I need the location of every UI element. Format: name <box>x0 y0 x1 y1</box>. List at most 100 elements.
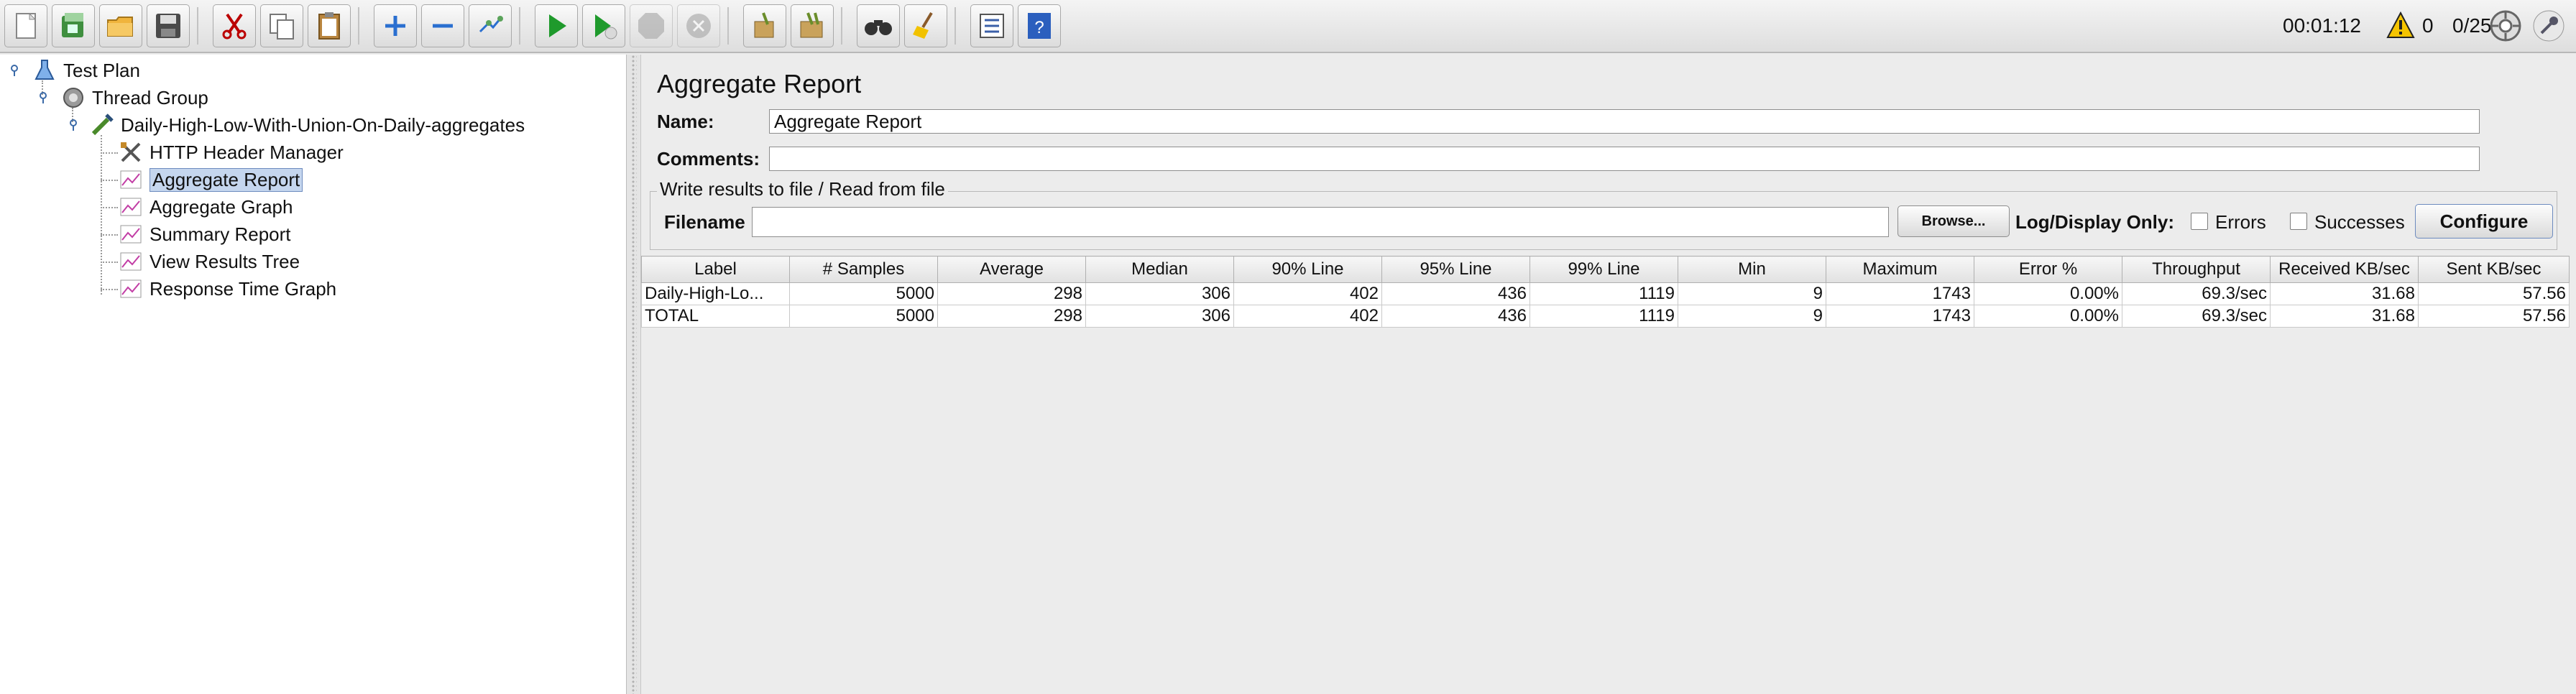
table-row[interactable]: TOTAL 5000 298 306 402 436 1119 9 1743 0… <box>641 305 2570 328</box>
column-header[interactable]: 95% Line <box>1381 256 1530 283</box>
tree-item-response-time-graph[interactable]: Response Time Graph <box>118 276 336 302</box>
table-row[interactable]: Daily-High-Lo... 5000 298 306 402 436 11… <box>641 282 2570 305</box>
warning-icon[interactable] <box>2386 11 2415 39</box>
start-button[interactable] <box>535 4 578 47</box>
listener-icon <box>118 249 144 274</box>
column-header[interactable]: Min <box>1678 256 1826 283</box>
table-cell: 1119 <box>1530 305 1678 328</box>
tree-connector <box>101 262 118 263</box>
table-cell: 57.56 <box>2418 305 2570 328</box>
column-header[interactable]: Sent KB/sec <box>2418 256 2570 283</box>
filename-field[interactable] <box>752 207 1889 237</box>
collapse-all-button[interactable] <box>421 4 464 47</box>
clear-all-button[interactable] <box>791 4 834 47</box>
save-button[interactable] <box>147 4 190 47</box>
expand-all-button[interactable] <box>374 4 417 47</box>
tree-toggle-icon[interactable] <box>9 65 20 76</box>
configure-button[interactable]: Configure <box>2415 204 2553 239</box>
search-button[interactable] <box>857 4 900 47</box>
table-cell: 9 <box>1678 282 1826 305</box>
table-cell: 1119 <box>1530 282 1678 305</box>
function-helper-button[interactable] <box>970 4 1013 47</box>
column-header[interactable]: 90% Line <box>1233 256 1382 283</box>
successes-checkbox[interactable] <box>2290 213 2307 230</box>
errors-label: Errors <box>2215 211 2266 233</box>
tree-item-label: Summary Report <box>150 223 291 245</box>
filename-label: Filename <box>664 211 745 233</box>
aggregate-report-panel: Aggregate Report Name: Comments: Write r… <box>641 55 2576 694</box>
table-cell: 298 <box>937 282 1086 305</box>
column-header[interactable]: Throughput <box>2122 256 2271 283</box>
templates-button[interactable] <box>52 4 95 47</box>
tree-item-label: Thread Group <box>92 86 208 108</box>
splitter-grip <box>631 55 637 694</box>
column-header[interactable]: Average <box>937 256 1086 283</box>
table-cell: 5000 <box>789 282 938 305</box>
table-cell: 31.68 <box>2270 282 2419 305</box>
shutdown-button[interactable] <box>677 4 720 47</box>
results-table[interactable]: Label # Samples Average Median 90% Line … <box>641 256 2570 328</box>
column-header[interactable]: Received KB/sec <box>2270 256 2419 283</box>
table-header-row: Label # Samples Average Median 90% Line … <box>641 256 2570 283</box>
paste-button[interactable] <box>308 4 351 47</box>
tree-toggle-icon[interactable] <box>37 92 49 103</box>
comments-field[interactable] <box>769 147 2480 171</box>
column-header[interactable]: # Samples <box>789 256 938 283</box>
tree-item-sampler[interactable]: Daily-High-Low-With-Union-On-Daily-aggre… <box>89 112 525 138</box>
column-header[interactable]: Error % <box>1974 256 2122 283</box>
panel-title: Aggregate Report <box>657 69 862 98</box>
paste-icon <box>318 12 340 40</box>
tree-item-http-header-manager[interactable]: HTTP Header Manager <box>118 139 344 165</box>
tree-item-test-plan[interactable]: Test Plan <box>32 57 140 83</box>
tree-item-aggregate-report[interactable]: Aggregate Report <box>118 167 303 193</box>
warning-count: 0 <box>2422 14 2434 37</box>
remote-engines-icon[interactable] <box>2488 9 2523 43</box>
new-button[interactable] <box>4 4 47 47</box>
column-header[interactable]: Median <box>1085 256 1234 283</box>
table-cell: 306 <box>1085 282 1234 305</box>
collapse-icon <box>433 24 453 28</box>
logger-icon[interactable] <box>2531 9 2566 43</box>
test-plan-tree[interactable]: Test Plan Thread Group Daily-High-Low-Wi… <box>0 55 627 694</box>
cut-button[interactable] <box>213 4 256 47</box>
table-cell: 9 <box>1678 305 1826 328</box>
tree-item-aggregate-graph[interactable]: Aggregate Graph <box>118 194 293 220</box>
column-header[interactable]: Maximum <box>1826 256 1974 283</box>
clear-button[interactable] <box>743 4 786 47</box>
tree-toggle-icon[interactable] <box>68 119 79 131</box>
start-no-pauses-button[interactable] <box>582 4 625 47</box>
column-header[interactable]: 99% Line <box>1530 256 1678 283</box>
listener-icon <box>118 167 144 193</box>
toolbar-separator <box>841 7 842 45</box>
tree-item-label: HTTP Header Manager <box>150 141 344 163</box>
stop-icon <box>638 13 664 39</box>
help-button[interactable]: ? <box>1018 4 1061 47</box>
table-cell: 436 <box>1381 282 1530 305</box>
split-pane-divider[interactable] <box>627 55 641 694</box>
name-field[interactable] <box>769 109 2480 134</box>
tree-item-thread-group[interactable]: Thread Group <box>60 85 208 111</box>
tree-item-view-results-tree[interactable]: View Results Tree <box>118 249 300 274</box>
tree-item-summary-report[interactable]: Summary Report <box>118 221 291 247</box>
copy-button[interactable] <box>260 4 303 47</box>
clear-all-icon <box>800 12 823 38</box>
errors-checkbox[interactable] <box>2191 213 2208 230</box>
open-button[interactable] <box>99 4 142 47</box>
toolbar-separator <box>727 7 729 45</box>
function-helper-icon <box>980 14 1004 38</box>
reset-search-button[interactable] <box>904 4 947 47</box>
table-cell: 69.3/sec <box>2122 305 2271 328</box>
toggle-icon <box>479 16 503 33</box>
reset-search-icon <box>913 11 933 39</box>
toggle-button[interactable] <box>469 4 512 47</box>
active-threads: 0/25 <box>2452 14 2492 37</box>
column-header[interactable]: Label <box>641 256 790 283</box>
browse-button[interactable]: Browse... <box>1898 205 2010 237</box>
new-icon <box>16 12 37 39</box>
tree-item-label: Response Time Graph <box>150 277 337 300</box>
table-cell: 298 <box>937 305 1086 328</box>
tree-connector <box>101 289 118 290</box>
file-group-title: Write results to file / Read from file <box>657 178 948 200</box>
open-icon <box>107 17 133 37</box>
stop-button[interactable] <box>630 4 673 47</box>
